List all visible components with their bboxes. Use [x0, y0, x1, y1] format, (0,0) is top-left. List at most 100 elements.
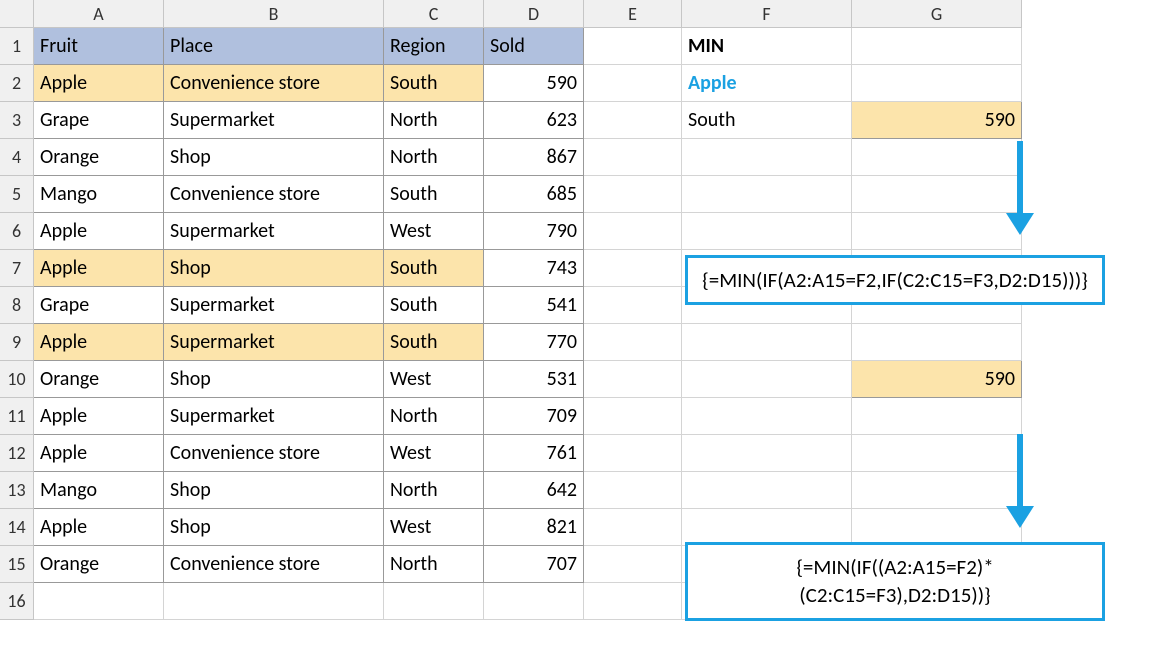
cell-D10[interactable]: 531 [484, 361, 584, 398]
row-header-13[interactable]: 13 [0, 472, 34, 509]
cell-A12[interactable]: Apple [34, 435, 164, 472]
cell-B12[interactable]: Convenience store [164, 435, 384, 472]
cell-B1[interactable]: Place [164, 28, 384, 65]
cell-D11[interactable]: 709 [484, 398, 584, 435]
spreadsheet-grid[interactable]: ABCDEFG1FruitPlaceRegionSoldMIN2AppleCon… [0, 0, 1022, 620]
col-header-F[interactable]: F [682, 0, 852, 28]
cell-E6[interactable] [584, 213, 682, 250]
cell-D16[interactable] [484, 583, 584, 620]
cell-B5[interactable]: Convenience store [164, 176, 384, 213]
cell-E15[interactable] [584, 546, 682, 583]
cell-C3[interactable]: North [384, 102, 484, 139]
row-header-15[interactable]: 15 [0, 546, 34, 583]
cell-E5[interactable] [584, 176, 682, 213]
cell-E13[interactable] [584, 472, 682, 509]
cell-D2[interactable]: 590 [484, 65, 584, 102]
cell-B7[interactable]: Shop [164, 250, 384, 287]
cell-G1[interactable] [852, 28, 1022, 65]
cell-G14[interactable] [852, 509, 1022, 546]
row-header-11[interactable]: 11 [0, 398, 34, 435]
cell-C14[interactable]: West [384, 509, 484, 546]
cell-F12[interactable] [682, 435, 852, 472]
cell-E9[interactable] [584, 324, 682, 361]
cell-C7[interactable]: South [384, 250, 484, 287]
row-header-4[interactable]: 4 [0, 139, 34, 176]
row-header-3[interactable]: 3 [0, 102, 34, 139]
cell-F4[interactable] [682, 139, 852, 176]
cell-A1[interactable]: Fruit [34, 28, 164, 65]
cell-G5[interactable] [852, 176, 1022, 213]
cell-D3[interactable]: 623 [484, 102, 584, 139]
cell-G10-result[interactable]: 590 [852, 361, 1022, 398]
row-header-8[interactable]: 8 [0, 287, 34, 324]
cell-E11[interactable] [584, 398, 682, 435]
cell-F10[interactable] [682, 361, 852, 398]
cell-B11[interactable]: Supermarket [164, 398, 384, 435]
cell-C4[interactable]: North [384, 139, 484, 176]
cell-G4[interactable] [852, 139, 1022, 176]
cell-B14[interactable]: Shop [164, 509, 384, 546]
cell-F3-criterion-region[interactable]: South [682, 102, 852, 139]
cell-E10[interactable] [584, 361, 682, 398]
cell-D9[interactable]: 770 [484, 324, 584, 361]
cell-E7[interactable] [584, 250, 682, 287]
cell-D15[interactable]: 707 [484, 546, 584, 583]
cell-F13[interactable] [682, 472, 852, 509]
cell-A3[interactable]: Grape [34, 102, 164, 139]
cell-C10[interactable]: West [384, 361, 484, 398]
cell-C6[interactable]: West [384, 213, 484, 250]
cell-A15[interactable]: Orange [34, 546, 164, 583]
cell-C11[interactable]: North [384, 398, 484, 435]
cell-C13[interactable]: North [384, 472, 484, 509]
cell-A4[interactable]: Orange [34, 139, 164, 176]
cell-A6[interactable]: Apple [34, 213, 164, 250]
cell-C5[interactable]: South [384, 176, 484, 213]
cell-E2[interactable] [584, 65, 682, 102]
cell-B9[interactable]: Supermarket [164, 324, 384, 361]
cell-G13[interactable] [852, 472, 1022, 509]
cell-E8[interactable] [584, 287, 682, 324]
cell-E1[interactable] [584, 28, 682, 65]
cell-G6[interactable] [852, 213, 1022, 250]
cell-A13[interactable]: Mango [34, 472, 164, 509]
select-all-corner[interactable] [0, 0, 34, 28]
cell-C16[interactable] [384, 583, 484, 620]
row-header-9[interactable]: 9 [0, 324, 34, 361]
cell-B10[interactable]: Shop [164, 361, 384, 398]
cell-E16[interactable] [584, 583, 682, 620]
cell-F6[interactable] [682, 213, 852, 250]
cell-C8[interactable]: South [384, 287, 484, 324]
row-header-7[interactable]: 7 [0, 250, 34, 287]
cell-D4[interactable]: 867 [484, 139, 584, 176]
cell-E14[interactable] [584, 509, 682, 546]
cell-A5[interactable]: Mango [34, 176, 164, 213]
cell-F2-criterion-fruit[interactable]: Apple [682, 65, 852, 102]
cell-B6[interactable]: Supermarket [164, 213, 384, 250]
row-header-16[interactable]: 16 [0, 583, 34, 620]
cell-A10[interactable]: Orange [34, 361, 164, 398]
cell-A14[interactable]: Apple [34, 509, 164, 546]
cell-G12[interactable] [852, 435, 1022, 472]
cell-D12[interactable]: 761 [484, 435, 584, 472]
cell-B15[interactable]: Convenience store [164, 546, 384, 583]
row-header-2[interactable]: 2 [0, 65, 34, 102]
col-header-E[interactable]: E [584, 0, 682, 28]
cell-D8[interactable]: 541 [484, 287, 584, 324]
cell-E3[interactable] [584, 102, 682, 139]
cell-C9[interactable]: South [384, 324, 484, 361]
cell-E4[interactable] [584, 139, 682, 176]
cell-F1-criterion-label[interactable]: MIN [682, 28, 852, 65]
row-header-6[interactable]: 6 [0, 213, 34, 250]
col-header-C[interactable]: C [384, 0, 484, 28]
cell-A16[interactable] [34, 583, 164, 620]
cell-D1[interactable]: Sold [484, 28, 584, 65]
cell-G9[interactable] [852, 324, 1022, 361]
col-header-A[interactable]: A [34, 0, 164, 28]
cell-F5[interactable] [682, 176, 852, 213]
cell-B16[interactable] [164, 583, 384, 620]
cell-A8[interactable]: Grape [34, 287, 164, 324]
cell-F14[interactable] [682, 509, 852, 546]
cell-D14[interactable]: 821 [484, 509, 584, 546]
cell-B3[interactable]: Supermarket [164, 102, 384, 139]
row-header-10[interactable]: 10 [0, 361, 34, 398]
